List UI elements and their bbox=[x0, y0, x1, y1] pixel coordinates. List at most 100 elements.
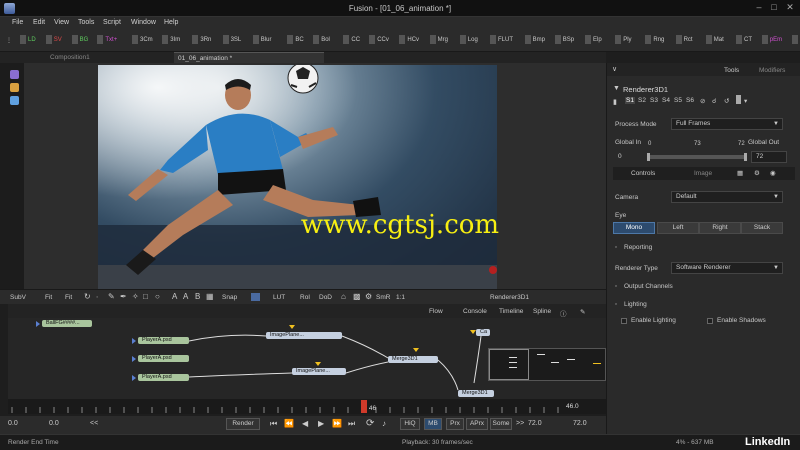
toolbar-button-bc[interactable]: BC bbox=[295, 37, 303, 43]
node-ballfg-loader[interactable]: BallFG####... bbox=[42, 320, 92, 327]
slot-s2[interactable]: S2 bbox=[638, 97, 646, 104]
enable-lighting-checkbox[interactable] bbox=[621, 318, 627, 324]
loop-icon[interactable]: ⟳ bbox=[366, 418, 374, 429]
auto-proxy-button[interactable]: APrx bbox=[466, 418, 488, 430]
toolbar-button-mrg[interactable]: Mrg bbox=[438, 37, 448, 43]
tab-timeline[interactable]: Timeline bbox=[499, 308, 523, 315]
toolbar-button-txt[interactable]: Txt+ bbox=[105, 37, 117, 43]
subview-button[interactable]: SubV bbox=[10, 294, 26, 301]
tab-flow[interactable]: Flow bbox=[429, 308, 443, 315]
node-playera-1[interactable]: PlayerA.psd bbox=[138, 337, 189, 344]
menu-file[interactable]: File bbox=[12, 19, 23, 26]
motion-blur-button[interactable]: MB bbox=[424, 418, 442, 430]
color-swatch[interactable] bbox=[736, 95, 741, 104]
slot-s4[interactable]: S4 bbox=[662, 97, 670, 104]
toolbar-button-log[interactable]: Log bbox=[468, 37, 478, 43]
toolbar-button-flut[interactable]: FLUT bbox=[498, 37, 513, 43]
eye-left-button[interactable]: Left bbox=[657, 222, 699, 234]
step-forward-icon[interactable]: ⏩ bbox=[332, 419, 342, 428]
toolbar-button-ccv[interactable]: CCv bbox=[377, 37, 389, 43]
grid-icon[interactable]: ▦ bbox=[206, 292, 214, 301]
toolbar-button-rct[interactable]: Rct bbox=[684, 37, 693, 43]
process-mode-dropdown[interactable]: Full Frames ▼ bbox=[671, 118, 783, 130]
tab-tools[interactable]: Tools bbox=[724, 67, 739, 74]
menu-tools[interactable]: Tools bbox=[78, 19, 94, 26]
sphere-icon[interactable]: ◉ bbox=[770, 169, 776, 177]
step-back-icon[interactable]: ⏪ bbox=[284, 419, 294, 428]
enable-shadows-checkbox[interactable] bbox=[707, 318, 713, 324]
global-out-field[interactable]: 72 bbox=[751, 151, 787, 163]
play-reverse-icon[interactable]: ◀ bbox=[302, 419, 308, 428]
toolbar-button-ct[interactable]: CT bbox=[744, 37, 752, 43]
first-frame-icon[interactable]: ⏮ bbox=[270, 419, 277, 429]
node-camera[interactable]: Ca bbox=[476, 329, 490, 336]
toolbar-button-bsp[interactable]: BSp bbox=[563, 37, 574, 43]
node-imageplane-2[interactable]: ImagePlane... bbox=[292, 368, 346, 375]
lut-button[interactable]: LUT bbox=[273, 294, 285, 301]
last-frame-icon[interactable]: ⏭ bbox=[348, 419, 355, 429]
menu-script[interactable]: Script bbox=[103, 19, 121, 26]
play-icon[interactable]: ▶ bbox=[318, 419, 324, 428]
maximize-icon[interactable]: □ bbox=[767, 2, 781, 12]
tab-composition1[interactable]: Composition1 bbox=[24, 52, 174, 63]
tool-header-arrow-icon[interactable]: ▼ bbox=[613, 85, 620, 92]
menu-view[interactable]: View bbox=[54, 19, 69, 26]
menu-window[interactable]: Window bbox=[131, 19, 156, 26]
expand-icon[interactable]: ◦ bbox=[615, 244, 617, 251]
roi-button[interactable]: RoI bbox=[300, 294, 310, 301]
circle-icon[interactable]: ○ bbox=[155, 292, 160, 301]
toolbar-button-3im[interactable]: 3Im bbox=[170, 37, 180, 43]
lighting-section[interactable]: Lighting bbox=[624, 301, 647, 308]
color-picker-icon[interactable] bbox=[251, 293, 260, 301]
node-playera-3[interactable]: PlayerA.psd bbox=[138, 374, 189, 381]
lock-icon[interactable]: ☌ bbox=[712, 97, 716, 105]
tab-01-06-animation[interactable]: 01_06_animation * bbox=[174, 52, 324, 63]
slot-s5[interactable]: S5 bbox=[674, 97, 682, 104]
toolbar-button-blur[interactable]: Blur bbox=[261, 37, 272, 43]
render-end-field[interactable]: 72.0 bbox=[528, 420, 542, 427]
toolbar-button-3rn[interactable]: 3Rn bbox=[200, 37, 211, 43]
tab-modifiers[interactable]: Modifiers bbox=[759, 67, 785, 74]
minimap-viewport[interactable] bbox=[489, 349, 529, 380]
expand-icon[interactable]: ◦ bbox=[615, 283, 617, 290]
toolbar-button-mat[interactable]: Mat bbox=[714, 37, 724, 43]
close-icon[interactable]: ✕ bbox=[783, 2, 797, 13]
rotate-icon[interactable]: ↻ bbox=[84, 292, 91, 301]
timeline-ruler[interactable]: 46 46.0 bbox=[8, 399, 606, 414]
toolbar-button-hcv[interactable]: HCv bbox=[407, 37, 419, 43]
pen-icon[interactable]: ✎ bbox=[108, 292, 115, 301]
wand-icon[interactable]: ✧ bbox=[132, 292, 139, 301]
panel-collapse-icon[interactable]: ∨ bbox=[612, 65, 617, 73]
playhead-marker[interactable] bbox=[360, 400, 367, 413]
toolbar-button-bg[interactable]: BG bbox=[80, 37, 89, 43]
chat-icon[interactable]: ✎ bbox=[580, 308, 585, 316]
gear-icon[interactable]: ⚙ bbox=[754, 169, 760, 177]
image-tab[interactable]: Image bbox=[694, 170, 712, 177]
toolbar-button-cc[interactable]: CC bbox=[351, 37, 360, 43]
fast-forward-button[interactable]: >> bbox=[516, 420, 524, 427]
reporting-section[interactable]: Reporting bbox=[624, 244, 652, 251]
toolbar-button-rng[interactable]: Rng bbox=[653, 37, 664, 43]
global-end-field[interactable]: 72.0 bbox=[573, 420, 587, 427]
grid-icon[interactable]: ▦ bbox=[737, 169, 743, 177]
renderer-type-dropdown[interactable]: Software Renderer ▼ bbox=[671, 262, 783, 274]
checker-icon[interactable]: ▩ bbox=[353, 292, 361, 301]
range-out-handle[interactable] bbox=[744, 153, 747, 161]
disable-icon[interactable]: ⊘ bbox=[700, 97, 705, 105]
toolbar-button-3sl[interactable]: 3SL bbox=[231, 37, 242, 43]
swatch-dropdown-icon[interactable]: ▾ bbox=[744, 97, 747, 105]
flow-minimap[interactable] bbox=[488, 348, 606, 381]
minimize-icon[interactable]: – bbox=[752, 2, 766, 12]
hiq-button[interactable]: HiQ bbox=[400, 418, 420, 430]
rewind-button[interactable]: << bbox=[90, 420, 98, 427]
node-imageplane-1[interactable]: ImagePlane... bbox=[266, 332, 342, 339]
cube-icon[interactable] bbox=[10, 83, 19, 92]
bold-tool-icon[interactable]: B bbox=[195, 292, 200, 301]
fit-button[interactable]: Fit bbox=[45, 294, 52, 301]
render-button[interactable]: Render bbox=[226, 418, 260, 430]
toolbar-button-sv[interactable]: SV bbox=[54, 37, 62, 43]
smr-button[interactable]: SmR bbox=[376, 294, 390, 301]
tab-console[interactable]: Console bbox=[463, 308, 487, 315]
toolbar-button-elp[interactable]: Elp bbox=[593, 37, 602, 43]
text-tool-icon[interactable]: A bbox=[172, 292, 177, 301]
